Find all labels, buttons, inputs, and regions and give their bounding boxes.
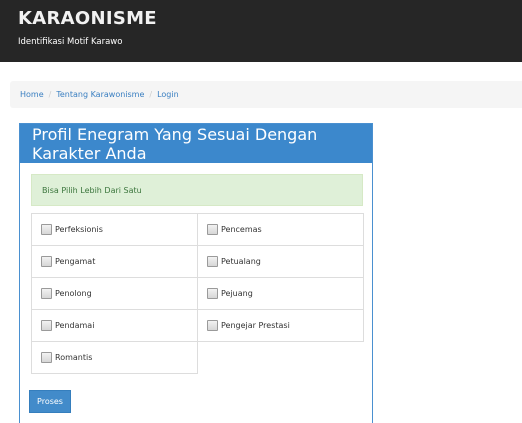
option-penolong[interactable]: Penolong	[31, 277, 198, 310]
checkbox[interactable]	[207, 320, 218, 331]
option-label: Perfeksionis	[55, 225, 103, 234]
enneagram-panel: Profil Enegram Yang Sesuai Dengan Karakt…	[19, 123, 373, 423]
option-label: Penolong	[55, 289, 92, 298]
breadcrumb: Home / Tentang Karawonisme / Login	[10, 81, 522, 108]
option-label: Pengejar Prestasi	[221, 321, 290, 330]
proses-button[interactable]: Proses	[29, 390, 71, 413]
checkbox[interactable]	[207, 288, 218, 299]
breadcrumb-login-link[interactable]: Login	[157, 90, 179, 99]
option-romantis[interactable]: Romantis	[31, 341, 198, 374]
option-label: Pengamat	[55, 257, 96, 266]
breadcrumb-home-link[interactable]: Home	[20, 90, 44, 99]
option-pengamat[interactable]: Pengamat	[31, 245, 198, 278]
top-navbar: KARAONISME Identifikasi Motif Karawo	[0, 0, 522, 62]
option-label: Pencemas	[221, 225, 262, 234]
checkbox[interactable]	[41, 224, 52, 235]
option-grid: Perfeksionis Pencemas Pengamat Petualang…	[31, 213, 364, 374]
brand-subtitle: Identifikasi Motif Karawo	[18, 37, 123, 47]
option-label: Petualang	[221, 257, 261, 266]
option-pengejar-prestasi[interactable]: Pengejar Prestasi	[197, 309, 364, 342]
checkbox[interactable]	[41, 352, 52, 363]
option-label: Pejuang	[221, 289, 253, 298]
option-label: Pendamai	[55, 321, 95, 330]
checkbox[interactable]	[207, 256, 218, 267]
brand-logo[interactable]: KARAONISME	[18, 8, 157, 29]
panel-title: Profil Enegram Yang Sesuai Dengan Karakt…	[20, 124, 372, 163]
option-pendamai[interactable]: Pendamai	[31, 309, 198, 342]
option-label: Romantis	[55, 353, 93, 362]
info-alert: Bisa Pilih Lebih Dari Satu	[31, 174, 363, 206]
option-pencemas[interactable]: Pencemas	[197, 213, 364, 246]
option-perfeksionis[interactable]: Perfeksionis	[31, 213, 198, 246]
option-petualang[interactable]: Petualang	[197, 245, 364, 278]
breadcrumb-separator: /	[149, 90, 153, 99]
checkbox[interactable]	[207, 224, 218, 235]
breadcrumb-tentang-link[interactable]: Tentang Karawonisme	[56, 90, 144, 99]
checkbox[interactable]	[41, 256, 52, 267]
option-pejuang[interactable]: Pejuang	[197, 277, 364, 310]
checkbox[interactable]	[41, 288, 52, 299]
checkbox[interactable]	[41, 320, 52, 331]
breadcrumb-separator: /	[48, 90, 52, 99]
